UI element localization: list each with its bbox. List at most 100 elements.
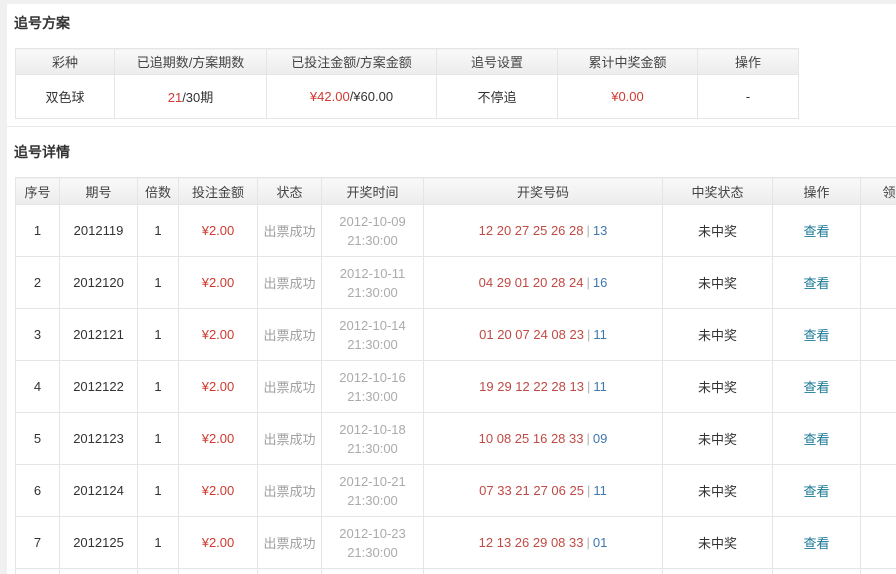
col-draw-numbers: 开奖号码: [424, 178, 663, 205]
blue-ball: 11: [593, 327, 607, 342]
amount-cell: ¥2.00: [179, 517, 258, 569]
draw-date: 2012-10-11: [322, 264, 423, 283]
win-status-cell: 未中奖: [663, 413, 773, 465]
col-bet-amount: 已投注金额/方案金额: [267, 49, 437, 75]
seq-cell: 5: [16, 413, 60, 465]
draw-time: 21:30:00: [322, 491, 423, 510]
plan-amount-value: /¥60.00: [350, 89, 393, 104]
view-link[interactable]: 查看: [803, 484, 829, 499]
issue-cell: 2012120: [60, 257, 138, 309]
issue-cell: 2012122: [60, 361, 138, 413]
col-total-win: 累计中奖金额: [558, 49, 698, 75]
chased-periods-value: 21: [168, 90, 182, 105]
draw-numbers-cell: 12 20 27 25 26 28| 13: [424, 205, 663, 257]
multiple-cell: 1: [138, 517, 179, 569]
view-link[interactable]: 查看: [803, 224, 829, 239]
blue-ball: 01: [593, 535, 607, 550]
detail-row: 4 2012122 1 ¥2.00 出票成功 2012-10-16 21:30:…: [16, 361, 896, 413]
draw-time: 21:30:00: [322, 439, 423, 458]
detail-row: 3 2012121 1 ¥2.00 出票成功 2012-10-14 21:30:…: [16, 309, 896, 361]
plan-header-row: 彩种 已追期数/方案期数 已投注金额/方案金额 追号设置 累计中奖金额 操作: [16, 49, 799, 75]
blue-ball: 16: [593, 275, 607, 290]
seq-cell: 2: [16, 257, 60, 309]
seq-cell: 3: [16, 309, 60, 361]
col-status: 状态: [258, 178, 322, 205]
view-link[interactable]: 查看: [803, 432, 829, 447]
issue-cell: 2012123: [60, 413, 138, 465]
red-balls: 19 29 12 22 28 13: [479, 379, 584, 394]
draw-date: 2012-10-14: [322, 316, 423, 335]
empty-row: [16, 569, 896, 574]
operation-cell: 查看: [773, 361, 861, 413]
ball-separator: |: [586, 275, 589, 290]
claim-cell: [861, 413, 896, 465]
draw-time-cell: 2012-10-21 21:30:00: [322, 465, 424, 517]
plan-row: 双色球 21/30期 ¥42.00/¥60.00 不停追 ¥0.00 -: [16, 75, 799, 119]
col-draw-time: 开奖时间: [322, 178, 424, 205]
draw-numbers-cell: 12 13 26 29 08 33|01: [424, 517, 663, 569]
blue-ball: 11: [593, 379, 607, 394]
chase-setting-cell: 不停追: [437, 75, 558, 119]
detail-row: 2 2012120 1 ¥2.00 出票成功 2012-10-11 21:30:…: [16, 257, 896, 309]
chase-detail-table: 序号 期号 倍数 投注金额 状态 开奖时间 开奖号码 中奖状态 操作 领奖 1 …: [15, 177, 896, 574]
issue-cell: 2012124: [60, 465, 138, 517]
total-win-cell: ¥0.00: [558, 75, 698, 119]
draw-numbers-cell: 01 20 07 24 08 23|11: [424, 309, 663, 361]
seq-cell: 4: [16, 361, 60, 413]
amount-cell: ¥42.00/¥60.00: [267, 75, 437, 119]
multiple-cell: 1: [138, 205, 179, 257]
seq-cell: 7: [16, 517, 60, 569]
issue-cell: 2012125: [60, 517, 138, 569]
multiple-cell: 1: [138, 257, 179, 309]
detail-row: 1 2012119 1 ¥2.00 出票成功 2012-10-09 21:30:…: [16, 205, 896, 257]
win-status-cell: 未中奖: [663, 465, 773, 517]
status-cell: 出票成功: [258, 413, 322, 465]
status-cell: 出票成功: [258, 361, 322, 413]
operation-cell: 查看: [773, 413, 861, 465]
win-status-cell: 未中奖: [663, 361, 773, 413]
draw-numbers-cell: 19 29 12 22 28 13|11: [424, 361, 663, 413]
status-cell: 出票成功: [258, 257, 322, 309]
operation-cell: 查看: [773, 517, 861, 569]
draw-numbers-cell: 07 33 21 27 06 25|11: [424, 465, 663, 517]
claim-cell: [861, 361, 896, 413]
col-amount: 投注金额: [179, 178, 258, 205]
blue-ball: 13: [593, 223, 607, 238]
view-link[interactable]: 查看: [803, 536, 829, 551]
multiple-cell: 1: [138, 465, 179, 517]
draw-date: 2012-10-18: [322, 420, 423, 439]
view-link[interactable]: 查看: [803, 328, 829, 343]
multiple-cell: 1: [138, 309, 179, 361]
draw-time: 21:30:00: [322, 335, 423, 354]
operation-cell: 查看: [773, 465, 861, 517]
content-panel: 追号方案 彩种 已追期数/方案期数 已投注金额/方案金额 追号设置 累计中奖金额…: [7, 4, 896, 574]
draw-time-cell: 2012-10-09 21:30:00: [322, 205, 424, 257]
ball-separator: |: [586, 223, 589, 238]
status-cell: 出票成功: [258, 465, 322, 517]
blue-ball: 09: [593, 431, 607, 446]
col-chased-periods: 已追期数/方案期数: [115, 49, 267, 75]
plan-operation-cell: -: [698, 75, 799, 119]
col-multiple: 倍数: [138, 178, 179, 205]
issue-cell: 2012119: [60, 205, 138, 257]
detail-section-title: 追号详情: [14, 143, 896, 161]
amount-cell: ¥2.00: [179, 465, 258, 517]
draw-time: 21:30:00: [322, 387, 423, 406]
red-balls: 12 20 27 25 26 28: [479, 223, 584, 238]
view-link[interactable]: 查看: [803, 380, 829, 395]
draw-time-cell: 2012-10-16 21:30:00: [322, 361, 424, 413]
col-claim: 领奖: [861, 178, 896, 205]
col-issue: 期号: [60, 178, 138, 205]
plan-section-title: 追号方案: [14, 14, 896, 32]
draw-time-cell: 2012-10-11 21:30:00: [322, 257, 424, 309]
amount-cell: ¥2.00: [179, 361, 258, 413]
draw-time: 21:30:00: [322, 543, 423, 562]
win-status-cell: 未中奖: [663, 309, 773, 361]
ball-separator: |: [587, 379, 590, 394]
draw-time: 21:30:00: [322, 231, 423, 250]
amount-cell: ¥2.00: [179, 413, 258, 465]
view-link[interactable]: 查看: [803, 276, 829, 291]
detail-table-body: 1 2012119 1 ¥2.00 出票成功 2012-10-09 21:30:…: [16, 205, 896, 569]
draw-date: 2012-10-23: [322, 524, 423, 543]
detail-row: 6 2012124 1 ¥2.00 出票成功 2012-10-21 21:30:…: [16, 465, 896, 517]
